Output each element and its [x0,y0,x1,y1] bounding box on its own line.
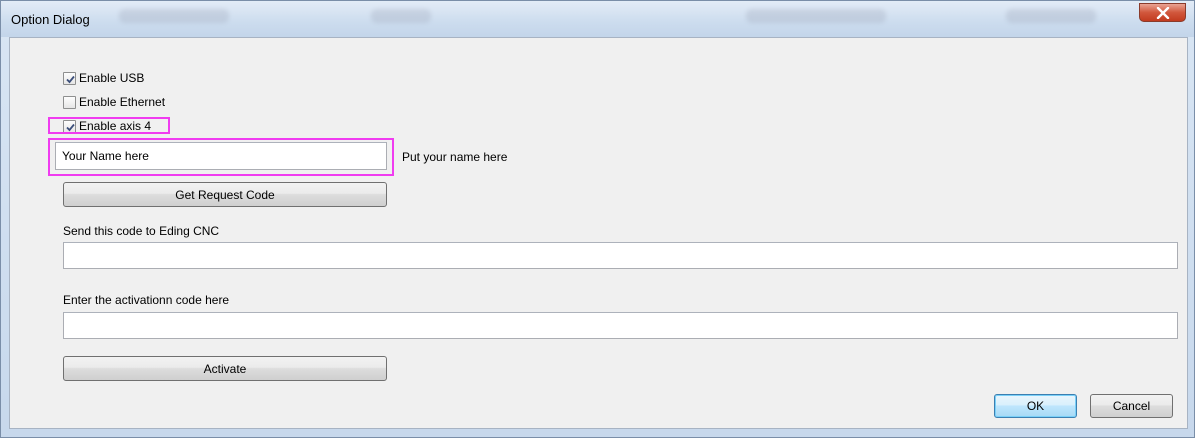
enable-ethernet-checkbox[interactable] [63,95,76,109]
enable-axis4-label: Enable axis 4 [79,119,152,133]
enable-ethernet-label: Enable Ethernet [79,95,166,109]
activation-code-field[interactable] [63,312,1178,339]
title-bar[interactable]: Option Dialog [1,1,1194,37]
option-dialog-window: Option Dialog Enable USB Enable Ethernet… [0,0,1195,438]
enable-usb-label: Enable USB [79,71,145,85]
activate-button[interactable]: Activate [63,356,387,381]
enable-usb-option[interactable]: Enable USB [63,70,144,86]
background-blur [746,9,886,23]
request-code-field[interactable] [63,242,1178,269]
enable-axis4-checkbox[interactable] [63,119,76,133]
close-icon [1156,7,1170,19]
name-input[interactable] [55,142,387,170]
enable-axis4-option[interactable]: Enable axis 4 [63,118,151,134]
activation-code-label: Enter the activationn code here [63,293,230,307]
background-blur [371,9,431,23]
enable-ethernet-option[interactable]: Enable Ethernet [63,94,165,110]
get-request-code-button[interactable]: Get Request Code [63,182,387,207]
name-hint: Put your name here [402,150,508,164]
window-title: Option Dialog [11,12,90,27]
background-blur [1006,9,1096,23]
background-blur [119,9,229,23]
checkmark-icon [66,75,75,83]
enable-usb-checkbox[interactable] [63,71,76,85]
request-code-label: Send this code to Eding CNC [63,224,220,238]
close-button[interactable] [1139,3,1186,22]
cancel-button[interactable]: Cancel [1090,394,1173,418]
checkmark-icon [66,123,75,131]
ok-button[interactable]: OK [994,394,1077,418]
